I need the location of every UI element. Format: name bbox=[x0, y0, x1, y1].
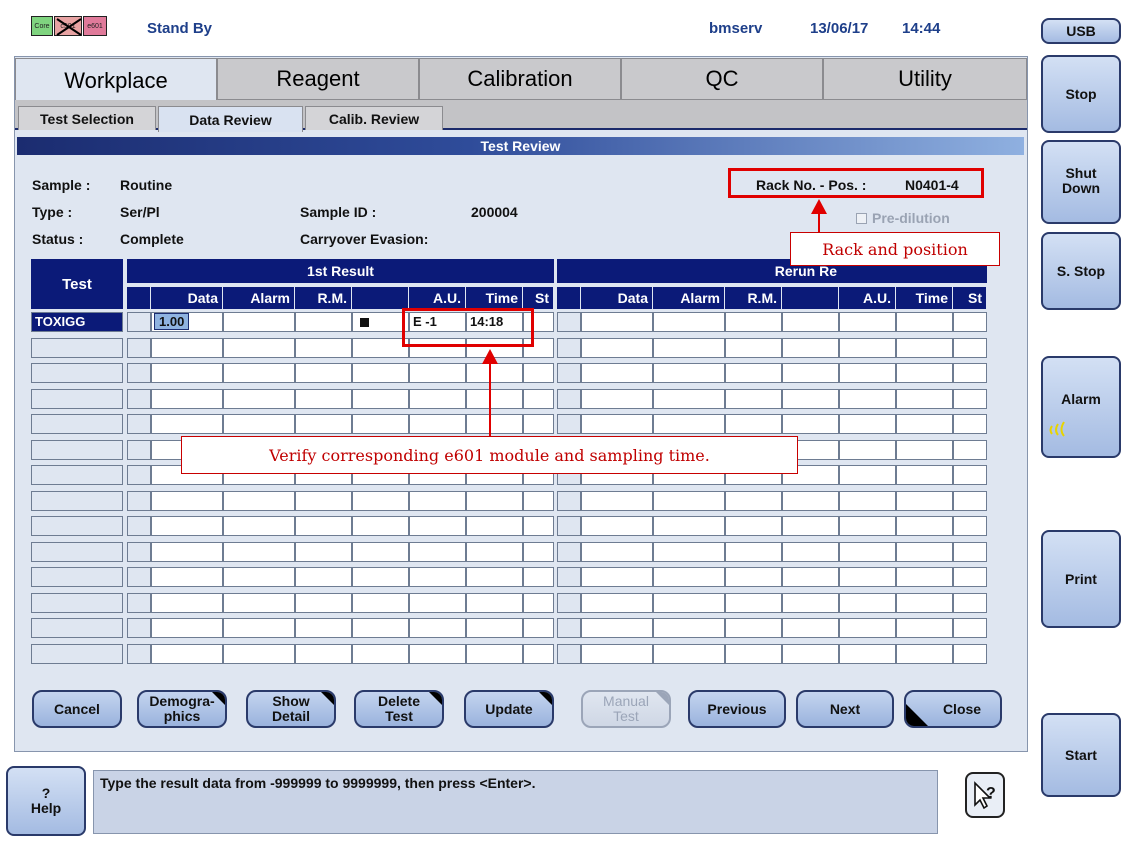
rack-callout: Rack and position bbox=[790, 232, 1000, 266]
module-callout-text: Verify corresponding e601 module and sam… bbox=[269, 445, 710, 465]
module-callout: Verify corresponding e601 module and sam… bbox=[181, 436, 798, 474]
rack-callout-text: Rack and position bbox=[822, 239, 968, 259]
arrow-up-icon bbox=[811, 199, 827, 214]
arrow-up-icon bbox=[482, 349, 498, 364]
annotation-arrows bbox=[482, 199, 827, 436]
